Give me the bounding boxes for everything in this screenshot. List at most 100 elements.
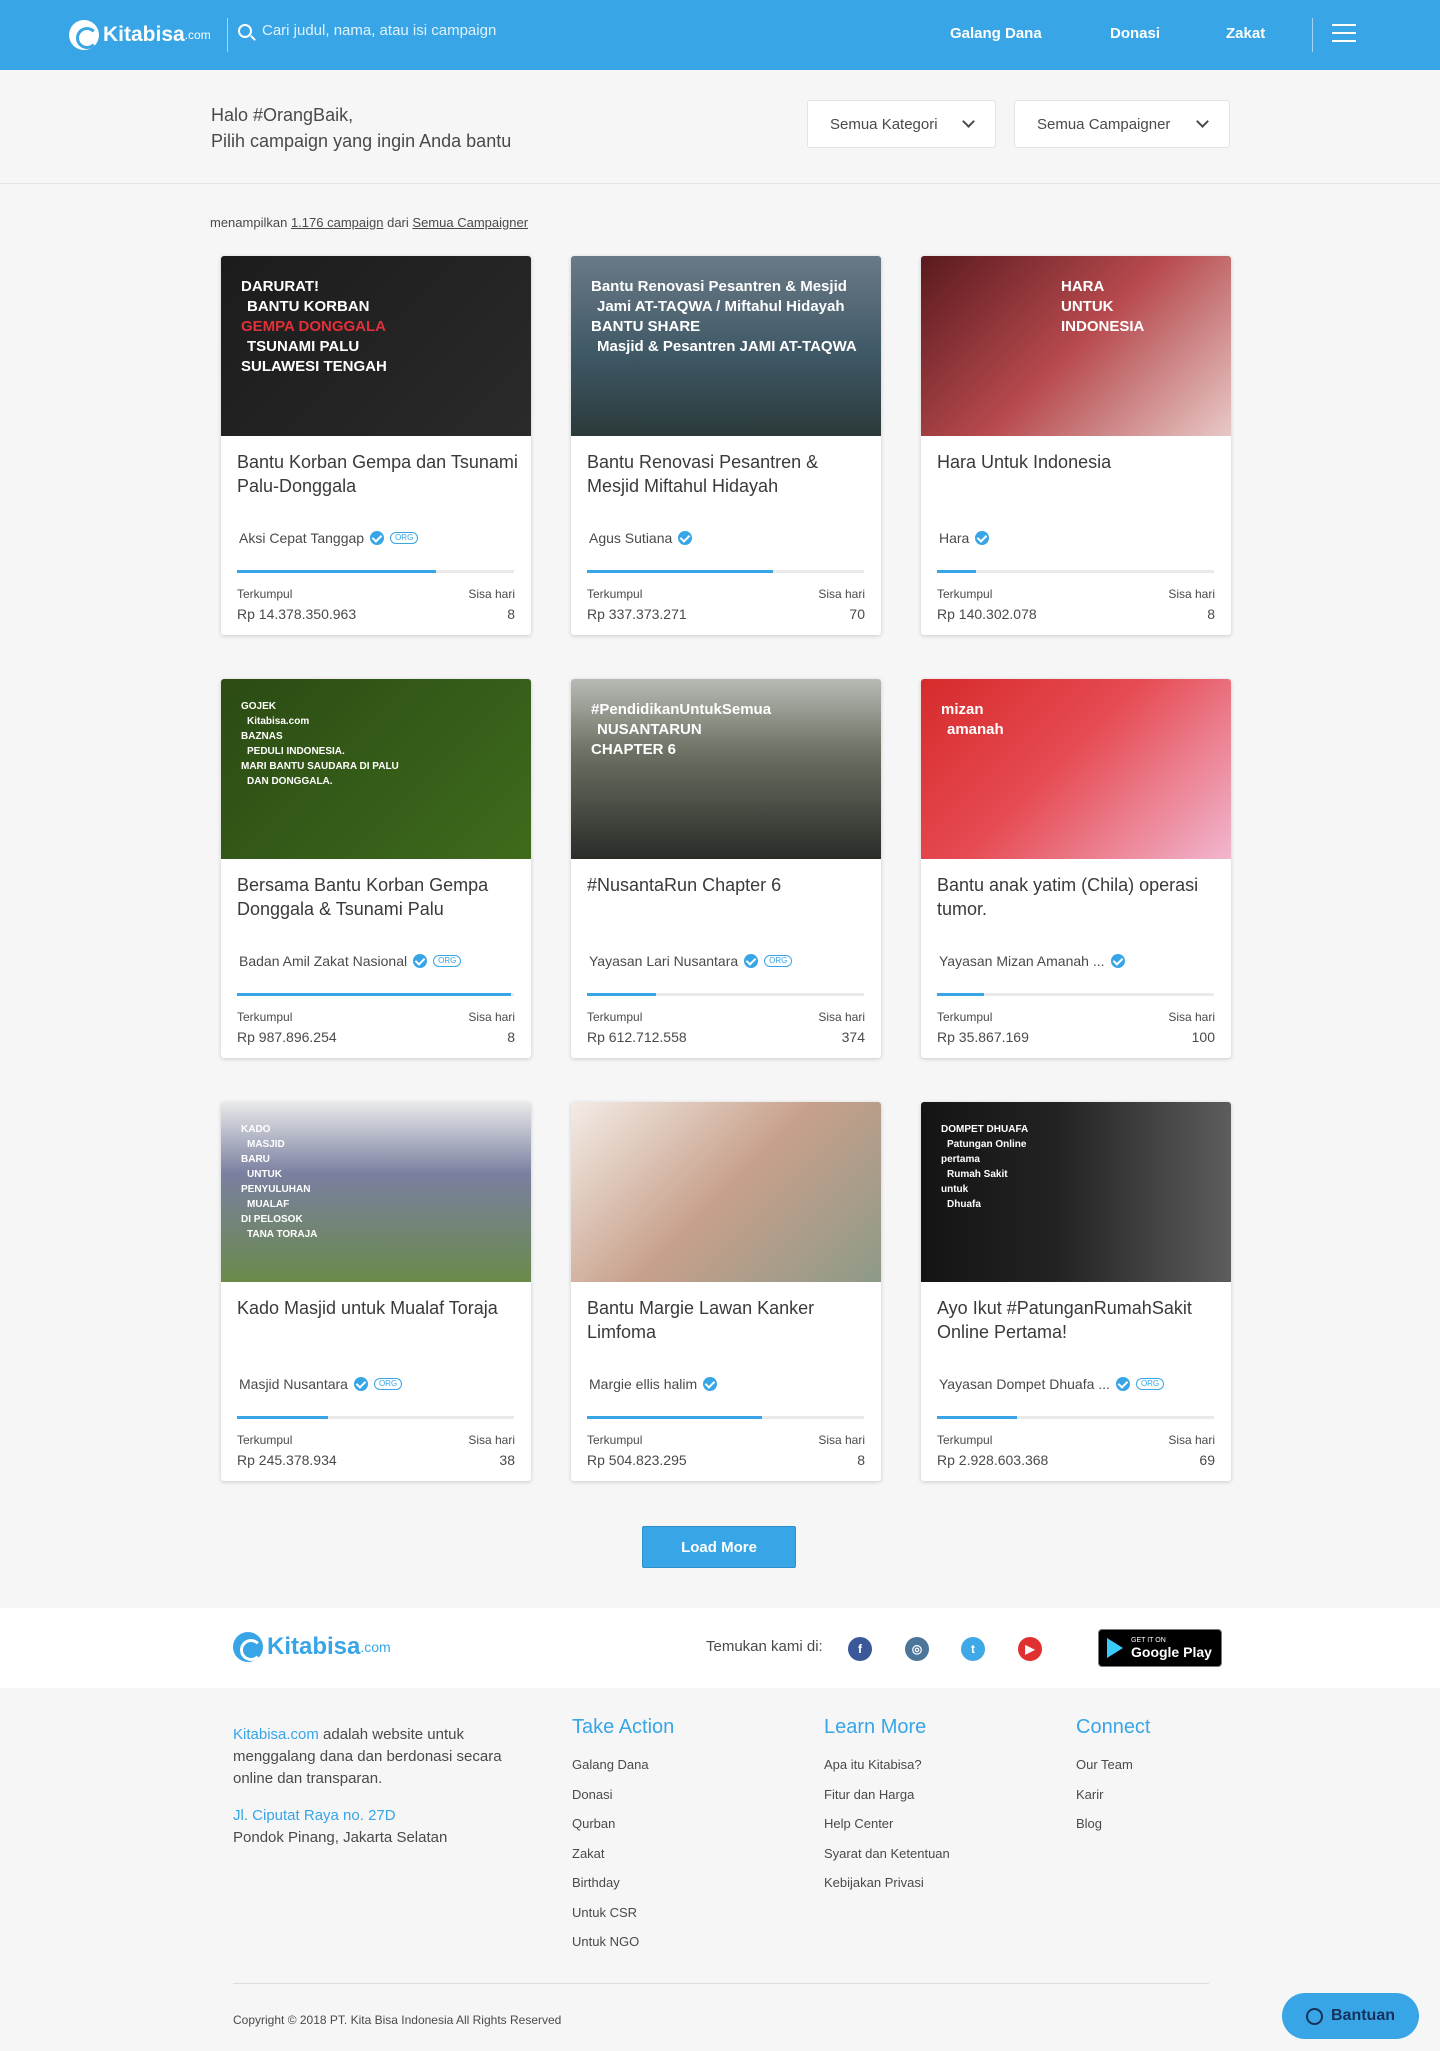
campaign-card[interactable]: mizan amanah Bantu anak yatim (Chila) oper… bbox=[921, 679, 1231, 1058]
copyright: Copyright © 2018 PT. Kita Bisa Indonesia… bbox=[233, 2013, 562, 2027]
campaign-count-link[interactable]: 1.176 campaign bbox=[291, 215, 384, 230]
campaign-organizer[interactable]: Yayasan Dompet Dhuafa ... ORG bbox=[939, 1376, 1165, 1392]
campaign-organizer[interactable]: Yayasan Lari Nusantara ORG bbox=[589, 953, 793, 969]
footer-logo[interactable]: Kitabisa .com bbox=[233, 1632, 391, 1662]
campaign-image[interactable]: Bantu Renovasi Pesantren & Mesjid Jami AT… bbox=[571, 256, 881, 436]
footer-link[interactable]: Apa itu Kitabisa? bbox=[824, 1757, 950, 1787]
campaign-organizer[interactable]: Hara bbox=[939, 530, 990, 546]
campaign-image-text: TSUNAMI PALU bbox=[247, 338, 360, 355]
campaign-image[interactable]: mizan amanah bbox=[921, 679, 1231, 859]
organizer-name: Yayasan Lari Nusantara bbox=[589, 953, 739, 969]
organizer-name: Margie ellis halim bbox=[589, 1376, 698, 1392]
campaign-organizer[interactable]: Yayasan Mizan Amanah ... bbox=[939, 953, 1125, 969]
campaign-card[interactable]: Bantu Margie Lawan Kanker Limfoma Margie … bbox=[571, 1102, 881, 1481]
find-us-label: Temukan kami di: bbox=[706, 1638, 823, 1655]
campaign-image-text: HARA bbox=[1061, 278, 1105, 295]
campaign-image[interactable]: DARURAT! BANTU KORBAN GEMPA DONGGALA TSUNAM… bbox=[221, 256, 531, 436]
chat-bubble-icon bbox=[1306, 2007, 1323, 2025]
campaign-title[interactable]: #NusantaRun Chapter 6 bbox=[587, 873, 872, 897]
campaign-title[interactable]: Bantu Korban Gempa dan Tsunami Palu-Dong… bbox=[237, 450, 522, 498]
footer-link[interactable]: Zakat bbox=[572, 1846, 649, 1876]
campaigner-source-link[interactable]: Semua Campaigner bbox=[412, 215, 528, 230]
campaign-card[interactable]: HARA UNTUK INDONESIA Hara Untuk Indonesia Ha… bbox=[921, 256, 1231, 635]
campaign-card[interactable]: KADO MASJID BARU UNTUK PENYULUHAN MUALAF DI PE… bbox=[221, 1102, 531, 1481]
campaign-image[interactable]: DOMPET DHUAFA Patungan Online pertama Rumah… bbox=[921, 1102, 1231, 1282]
chevron-down-icon bbox=[1196, 115, 1209, 128]
kitabisa-logo[interactable]: Kitabisa .com bbox=[69, 20, 211, 50]
campaign-card[interactable]: Bantu Renovasi Pesantren & Mesjid Jami AT… bbox=[571, 256, 881, 635]
campaign-image[interactable]: #PendidikanUntukSemua NUSANTARUN CHAPTER 6 bbox=[571, 679, 881, 859]
instagram-icon[interactable]: ◎ bbox=[905, 1637, 929, 1661]
twitter-icon[interactable]: t bbox=[961, 1637, 985, 1661]
google-play-badge[interactable]: GET IT ON Google Play bbox=[1098, 1629, 1222, 1667]
footer-link[interactable]: Donasi bbox=[572, 1787, 649, 1817]
youtube-icon[interactable]: ▶ bbox=[1018, 1637, 1042, 1661]
campaign-title[interactable]: Hara Untuk Indonesia bbox=[937, 450, 1222, 474]
campaign-image-text: BANTU SHARE bbox=[591, 318, 701, 335]
campaign-organizer[interactable]: Badan Amil Zakat Nasional ORG bbox=[239, 953, 462, 969]
summary-middle: dari bbox=[387, 215, 409, 230]
campaign-organizer[interactable]: Agus Sutiana bbox=[589, 530, 693, 546]
campaign-title[interactable]: Bantu Renovasi Pesantren & Mesjid Miftah… bbox=[587, 450, 872, 498]
campaign-title[interactable]: Bantu anak yatim (Chila) operasi tumor. bbox=[937, 873, 1222, 921]
footer-link[interactable]: Our Team bbox=[1076, 1757, 1133, 1787]
collected-amount: Rp 245.378.934 bbox=[237, 1452, 337, 1468]
help-button[interactable]: Bantuan bbox=[1282, 1993, 1419, 2039]
header-divider bbox=[1312, 18, 1313, 52]
verified-check-icon bbox=[1110, 954, 1125, 968]
campaign-title[interactable]: Ayo Ikut #PatunganRumahSakit Online Pert… bbox=[937, 1296, 1222, 1344]
category-dropdown[interactable]: Semua Kategori bbox=[807, 100, 996, 148]
funding-progress-bar bbox=[237, 1416, 514, 1419]
footer-link[interactable]: Help Center bbox=[824, 1816, 950, 1846]
nav-zakat[interactable]: Zakat bbox=[1226, 25, 1265, 42]
campaign-title[interactable]: Bersama Bantu Korban Gempa Donggala & Ts… bbox=[237, 873, 522, 921]
campaign-organizer[interactable]: Margie ellis halim bbox=[589, 1376, 718, 1392]
campaign-organizer[interactable]: Aksi Cepat Tanggap ORG bbox=[239, 530, 419, 546]
nav-donasi[interactable]: Donasi bbox=[1110, 25, 1160, 42]
hamburger-menu-icon[interactable] bbox=[1332, 24, 1356, 44]
footer-link[interactable]: Qurban bbox=[572, 1816, 649, 1846]
search-box[interactable] bbox=[238, 22, 662, 39]
campaign-card[interactable]: GOJEK Kitabisa.com BAZNAS PEDULI INDONESIA.… bbox=[221, 679, 531, 1058]
campaign-image[interactable]: HARA UNTUK INDONESIA bbox=[921, 256, 1231, 436]
campaign-title[interactable]: Bantu Margie Lawan Kanker Limfoma bbox=[587, 1296, 872, 1344]
footer-link[interactable]: Syarat dan Ketentuan bbox=[824, 1846, 950, 1876]
nav-galang-dana[interactable]: Galang Dana bbox=[950, 25, 1042, 42]
days-left-value: 8 bbox=[857, 1452, 865, 1468]
campaigner-dropdown[interactable]: Semua Campaigner bbox=[1014, 100, 1230, 148]
footer-link[interactable]: Kebijakan Privasi bbox=[824, 1875, 950, 1905]
funding-progress-bar bbox=[937, 570, 1214, 573]
footer-link[interactable]: Fitur dan Harga bbox=[824, 1787, 950, 1817]
campaign-image[interactable]: KADO MASJID BARU UNTUK PENYULUHAN MUALAF DI PE… bbox=[221, 1102, 531, 1282]
footer-link[interactable]: Untuk CSR bbox=[572, 1905, 649, 1935]
campaign-image-text: NUSANTARUN bbox=[597, 721, 702, 738]
campaign-image[interactable] bbox=[571, 1102, 881, 1282]
footer-link[interactable]: Karir bbox=[1076, 1787, 1133, 1817]
funding-progress-fill bbox=[237, 570, 437, 573]
load-more-button[interactable]: Load More bbox=[642, 1526, 796, 1568]
org-badge: ORG bbox=[373, 1378, 403, 1390]
campaign-image[interactable]: GOJEK Kitabisa.com BAZNAS PEDULI INDONESIA.… bbox=[221, 679, 531, 859]
campaign-image-text: Dhuafa bbox=[947, 1199, 981, 1210]
verified-check-icon bbox=[370, 531, 385, 545]
collected-amount: Rp 14.378.350.963 bbox=[237, 606, 357, 622]
collected-label: Terkumpul bbox=[587, 1433, 643, 1447]
funding-progress-fill bbox=[587, 570, 773, 573]
collected-amount: Rp 504.823.295 bbox=[587, 1452, 687, 1468]
campaign-organizer[interactable]: Masjid Nusantara ORG bbox=[239, 1376, 403, 1392]
organizer-name: Yayasan Mizan Amanah ... bbox=[939, 953, 1105, 969]
search-icon bbox=[238, 23, 252, 38]
footer-link[interactable]: Galang Dana bbox=[572, 1757, 649, 1787]
campaign-card[interactable]: #PendidikanUntukSemua NUSANTARUN CHAPTER 6… bbox=[571, 679, 881, 1058]
footer-link[interactable]: Blog bbox=[1076, 1816, 1133, 1846]
organizer-name: Agus Sutiana bbox=[589, 530, 673, 546]
campaign-title[interactable]: Kado Masjid untuk Mualaf Toraja bbox=[237, 1296, 522, 1320]
campaign-image-text: mizan bbox=[941, 701, 984, 718]
search-input[interactable] bbox=[262, 22, 662, 39]
campaign-card[interactable]: DARURAT! BANTU KORBAN GEMPA DONGGALA TSUNAM… bbox=[221, 256, 531, 635]
campaign-card[interactable]: DOMPET DHUAFA Patungan Online pertama Rumah… bbox=[921, 1102, 1231, 1481]
footer-link[interactable]: Untuk NGO bbox=[572, 1934, 649, 1964]
footer-link[interactable]: Birthday bbox=[572, 1875, 649, 1905]
collected-amount: Rp 2.928.603.368 bbox=[937, 1452, 1049, 1468]
facebook-icon[interactable]: f bbox=[848, 1637, 872, 1661]
